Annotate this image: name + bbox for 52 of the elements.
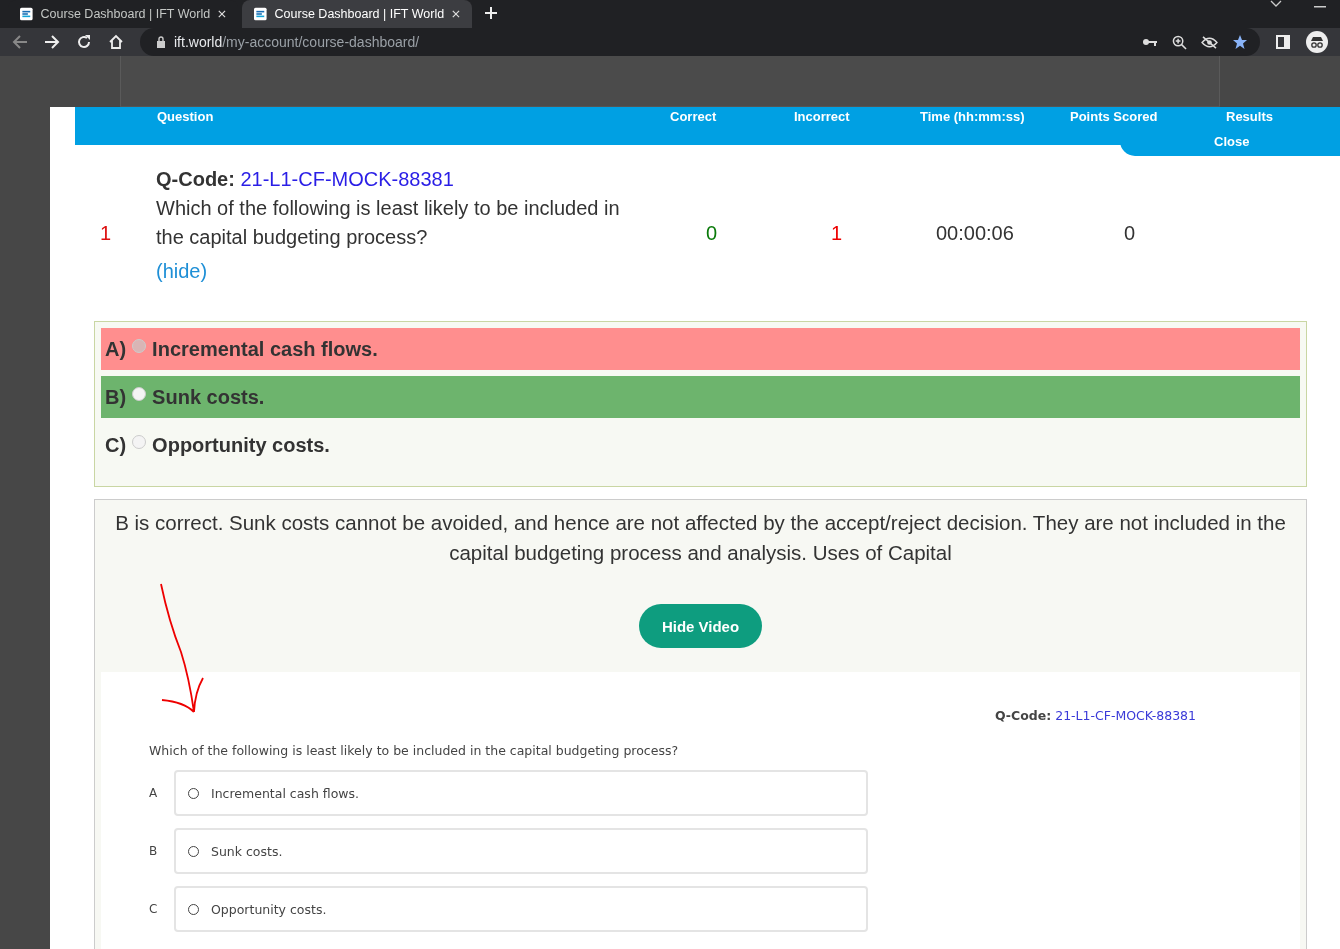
side-panel-icon[interactable]: [1276, 35, 1290, 49]
chevron-down-icon[interactable]: [1270, 0, 1282, 8]
star-icon[interactable]: [1232, 34, 1248, 50]
radio-button[interactable]: [132, 387, 147, 401]
url-text: ift.world/my-account/course-dashboard/: [174, 34, 420, 50]
site-icon: [20, 6, 33, 22]
forward-icon[interactable]: [44, 34, 60, 50]
answer-option: A) Incremental cash flows.: [101, 328, 1300, 370]
incognito-icon[interactable]: [1306, 31, 1328, 53]
qcode-link[interactable]: 21-L1-CF-MOCK-88381: [240, 168, 454, 190]
close-icon[interactable]: [452, 9, 460, 19]
option-text: Incremental cash flows.: [211, 785, 359, 801]
explanation-text: B is correct. Sunk costs cannot be avoided, and hence are not affected by the accept/reject decision. They are not included in the capital budgeting process and analysis. Uses of Capital: [114, 510, 1287, 566]
radio-button[interactable]: [132, 339, 147, 353]
question-text: Which of the following is least likely to be included in the capital budgeting process?: [149, 743, 680, 758]
minimize-icon[interactable]: [1314, 6, 1326, 8]
close-icon[interactable]: [218, 9, 226, 19]
qcode-text: 21-L1-CF-MOCK-88381: [1055, 708, 1196, 723]
correct-count: 0: [706, 221, 718, 245]
column-header: Incorrect: [794, 109, 850, 124]
radio-button[interactable]: [132, 435, 147, 449]
site-icon: [254, 6, 267, 22]
time-value: 00:00:06: [936, 221, 1014, 245]
browser-tab[interactable]: Course Dashboard | IFT World: [242, 0, 472, 28]
qcode-label: Q-Code:: [995, 708, 1052, 723]
column-header: Results: [1226, 109, 1273, 124]
new-tab-icon[interactable]: [484, 6, 498, 20]
lock-icon: [156, 36, 166, 48]
key-icon[interactable]: [1142, 37, 1158, 47]
incorrect-count: 1: [831, 221, 843, 245]
column-header: Points Scored: [1070, 109, 1158, 124]
qcode-label: Q-Code:: [156, 168, 235, 190]
points-value: 0: [1124, 221, 1136, 245]
question-text: Which of the following is least likely to be included in the capital budgeting process?: [156, 196, 621, 250]
option-text: Opportunity costs.: [211, 901, 327, 917]
eye-off-icon[interactable]: [1201, 35, 1218, 49]
option-text: Sunk costs.: [211, 843, 283, 859]
zoom-icon[interactable]: [1172, 34, 1187, 50]
home-icon[interactable]: [108, 34, 124, 50]
column-header: Time (hh:mm:ss): [920, 109, 1025, 124]
option-letter: B: [149, 844, 159, 858]
answer-option: B) Sunk costs.: [101, 376, 1300, 418]
column-header: Question: [157, 109, 214, 124]
column-header: Correct: [670, 109, 717, 124]
option-letter: A: [149, 786, 159, 800]
answer-option: C) Opportunity costs.: [101, 424, 1300, 466]
option-letter: C: [149, 902, 159, 916]
hide-link[interactable]: (hide): [156, 257, 208, 286]
back-icon[interactable]: [12, 34, 28, 50]
row-number: 1: [100, 221, 112, 245]
reload-icon[interactable]: [76, 34, 92, 50]
address-bar[interactable]: ift.world/my-account/course-dashboard/: [140, 28, 1260, 56]
